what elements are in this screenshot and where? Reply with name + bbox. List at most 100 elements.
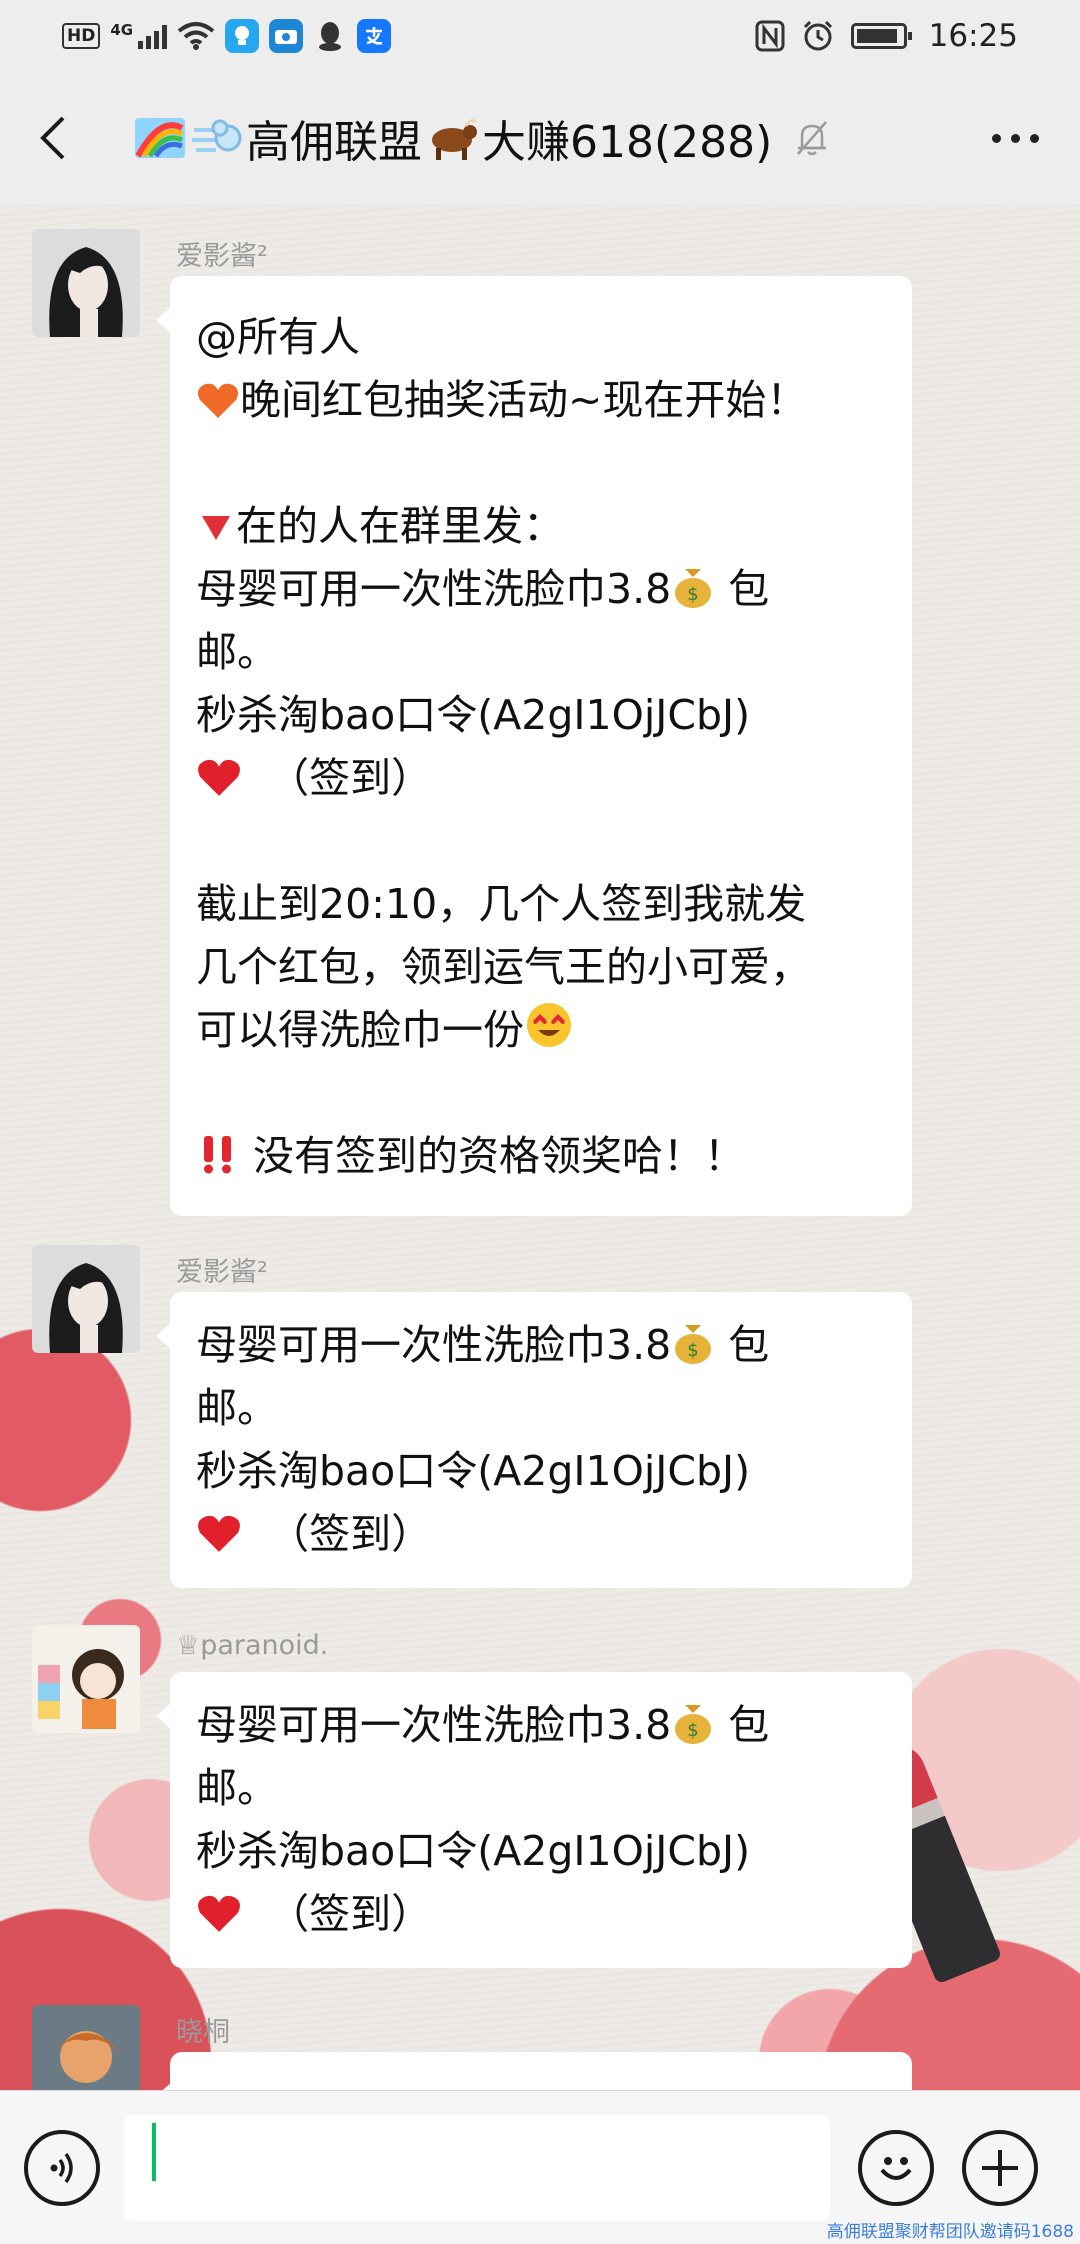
message-input[interactable] [124, 2114, 830, 2221]
message-item: 晓桐 [0, 1980, 1080, 2090]
plus-icon [982, 2149, 1018, 2186]
battery-icon [850, 23, 912, 49]
svg-text:$: $ [687, 1340, 698, 1361]
camera-app-icon [269, 19, 304, 53]
message-line-wrap: 母婴可用一次性洗脸巾3.8 $ 包 [196, 1694, 886, 1757]
chat-message-list[interactable]: 爱影酱² @所有人 晚间红包抽奖活动~现在开始！ 在的人在群里发： 母婴可用一次… [0, 204, 1080, 2090]
emoji-button[interactable] [858, 2129, 934, 2206]
cellular-signal-icon: 4G [110, 21, 168, 49]
message-item: 爱影酱² @所有人 晚间红包抽奖活动~现在开始！ 在的人在群里发： 母婴可用一次… [0, 204, 1080, 1224]
avatar[interactable] [32, 2005, 140, 2090]
svg-text:$: $ [687, 584, 698, 605]
voice-button[interactable] [24, 2129, 100, 2206]
message-line: 截止到20:10，几个人签到我就发 [196, 880, 807, 928]
back-button[interactable] [28, 108, 78, 168]
emoji-icon [880, 2156, 912, 2180]
message-line: 在的人在群里发： [236, 502, 564, 550]
chat-header: 高佣联盟 大赚618(288) [0, 72, 1080, 204]
message-line: 可以得洗脸巾一份 [196, 1006, 524, 1054]
status-bar-right: 16:25 [755, 18, 1018, 54]
message-line: 母婴可用一次性洗脸巾3.8 [196, 1321, 672, 1369]
message-line: 晚间红包抽奖活动~现在开始！ [240, 376, 808, 424]
message-line-wrap: 没有签到的资格领奖哈！！ [196, 1125, 886, 1188]
message-line-wrap: （签到） [196, 1883, 886, 1946]
heart-icon [198, 383, 238, 418]
chat-title-suffix: 大赚618(288) [482, 117, 773, 168]
message-line: @所有人 [196, 313, 360, 361]
status-bar-left: HD 4G [62, 19, 392, 53]
message-line: 秒杀淘bao口令(A2gI1OjJCbJ) [196, 1827, 751, 1875]
back-arrow-icon [40, 116, 65, 160]
red-triangle-icon [202, 516, 230, 540]
message-line: 包 [728, 1701, 770, 1749]
more-icon [991, 133, 1001, 143]
dash-icon [192, 119, 242, 152]
message-line-wrap: （签到） [196, 747, 886, 810]
message-line: 邮。 [196, 1764, 278, 1812]
alarm-icon [803, 20, 832, 51]
plus-button[interactable] [962, 2129, 1038, 2206]
message-bubble[interactable]: @所有人 晚间红包抽奖活动~现在开始！ 在的人在群里发： 母婴可用一次性洗脸巾3… [156, 276, 912, 1216]
message-line-wrap: 母婴可用一次性洗脸巾3.8 $ 包 [196, 558, 886, 621]
message-line: 秒杀淘bao口令(A2gI1OjJCbJ) [196, 1447, 751, 1495]
voice-icon [50, 2152, 73, 2183]
message-line: 包 [728, 565, 770, 613]
status-bar: HD 4G 16:25 [0, 0, 1080, 72]
avatar[interactable] [32, 229, 140, 337]
message-item: 爱影酱² 母婴可用一次性洗脸巾3.8 $ 包 邮。 秒杀淘bao口令(A2gI1O… [0, 1220, 1080, 1600]
more-button[interactable] [970, 108, 1060, 168]
sender-name: ♕paranoid. [176, 1630, 329, 1661]
clock: 16:25 [928, 18, 1018, 54]
text-caret [152, 2123, 156, 2181]
heart-icon [198, 1515, 240, 1552]
double-exclamation-icon [204, 1136, 231, 1174]
message-line-wrap: 母婴可用一次性洗脸巾3.8 $ 包 [196, 1314, 886, 1377]
network-type: 4G [110, 21, 134, 39]
message-line-wrap: 可以得洗脸巾一份 [196, 999, 886, 1062]
heart-eyes-icon [527, 1003, 571, 1047]
message-line: 邮。 [196, 1384, 278, 1432]
mute-bell-icon [797, 121, 828, 156]
avatar[interactable] [32, 1625, 140, 1733]
sender-name: 晓桐 [176, 2017, 230, 2048]
rainbow-icon [135, 118, 185, 158]
qq-app-icon [313, 19, 348, 53]
avatar[interactable] [32, 1245, 140, 1353]
heart-icon [198, 759, 240, 796]
message-bubble[interactable]: 母婴可用一次性洗脸巾3.8 $ 包 邮。 秒杀淘bao口令(A2gI1OjJCbJ… [156, 1672, 912, 1968]
message-line-wrap: （签到） [196, 1503, 886, 1566]
message-line: 几个红包，领到运气王的小可爱， [196, 943, 811, 991]
message-line: 母婴可用一次性洗脸巾3.8 [196, 1701, 672, 1749]
chat-title-text: 高佣联盟 [246, 117, 422, 168]
message-line: 秒杀淘bao口令(A2gI1OjJCbJ) [196, 691, 751, 739]
money-bag-icon: $ [675, 1325, 712, 1364]
chat-title[interactable]: 高佣联盟 大赚618(288) [134, 106, 830, 170]
message-line: 包 [728, 1321, 770, 1369]
message-line: （签到） [268, 1890, 433, 1938]
message-line-wrap: 晚间红包抽奖活动~现在开始！ [196, 369, 886, 432]
ox-icon [432, 119, 477, 160]
svg-text:$: $ [687, 1720, 698, 1741]
hd-badge: HD [62, 23, 101, 49]
message-line: 没有签到的资格领奖哈！！ [253, 1132, 746, 1180]
message-item: ♕paranoid. 母婴可用一次性洗脸巾3.8 $ 包 邮。 秒杀淘bao口令(… [0, 1600, 1080, 1980]
heart-icon [198, 1895, 240, 1932]
message-bubble[interactable] [156, 2052, 912, 2090]
message-line: （签到） [268, 1510, 433, 1558]
message-line-wrap: 在的人在群里发： [196, 495, 886, 558]
money-bag-icon: $ [675, 569, 712, 608]
money-bag-icon: $ [675, 1705, 712, 1744]
input-bar: 高佣联盟聚财帮团队邀请码1688 [0, 2090, 1080, 2244]
wifi-icon [177, 22, 215, 50]
alipay-app-icon [357, 19, 392, 53]
watermark: 高佣联盟聚财帮团队邀请码1688 [826, 2222, 1074, 2242]
sender-name: 爱影酱² [176, 1257, 268, 1288]
lightbulb-app-icon [225, 19, 260, 53]
message-bubble[interactable]: 母婴可用一次性洗脸巾3.8 $ 包 邮。 秒杀淘bao口令(A2gI1OjJCbJ… [156, 1292, 912, 1588]
message-line: （签到） [268, 754, 433, 802]
message-line: 母婴可用一次性洗脸巾3.8 [196, 565, 672, 613]
message-line: 邮。 [196, 628, 278, 676]
